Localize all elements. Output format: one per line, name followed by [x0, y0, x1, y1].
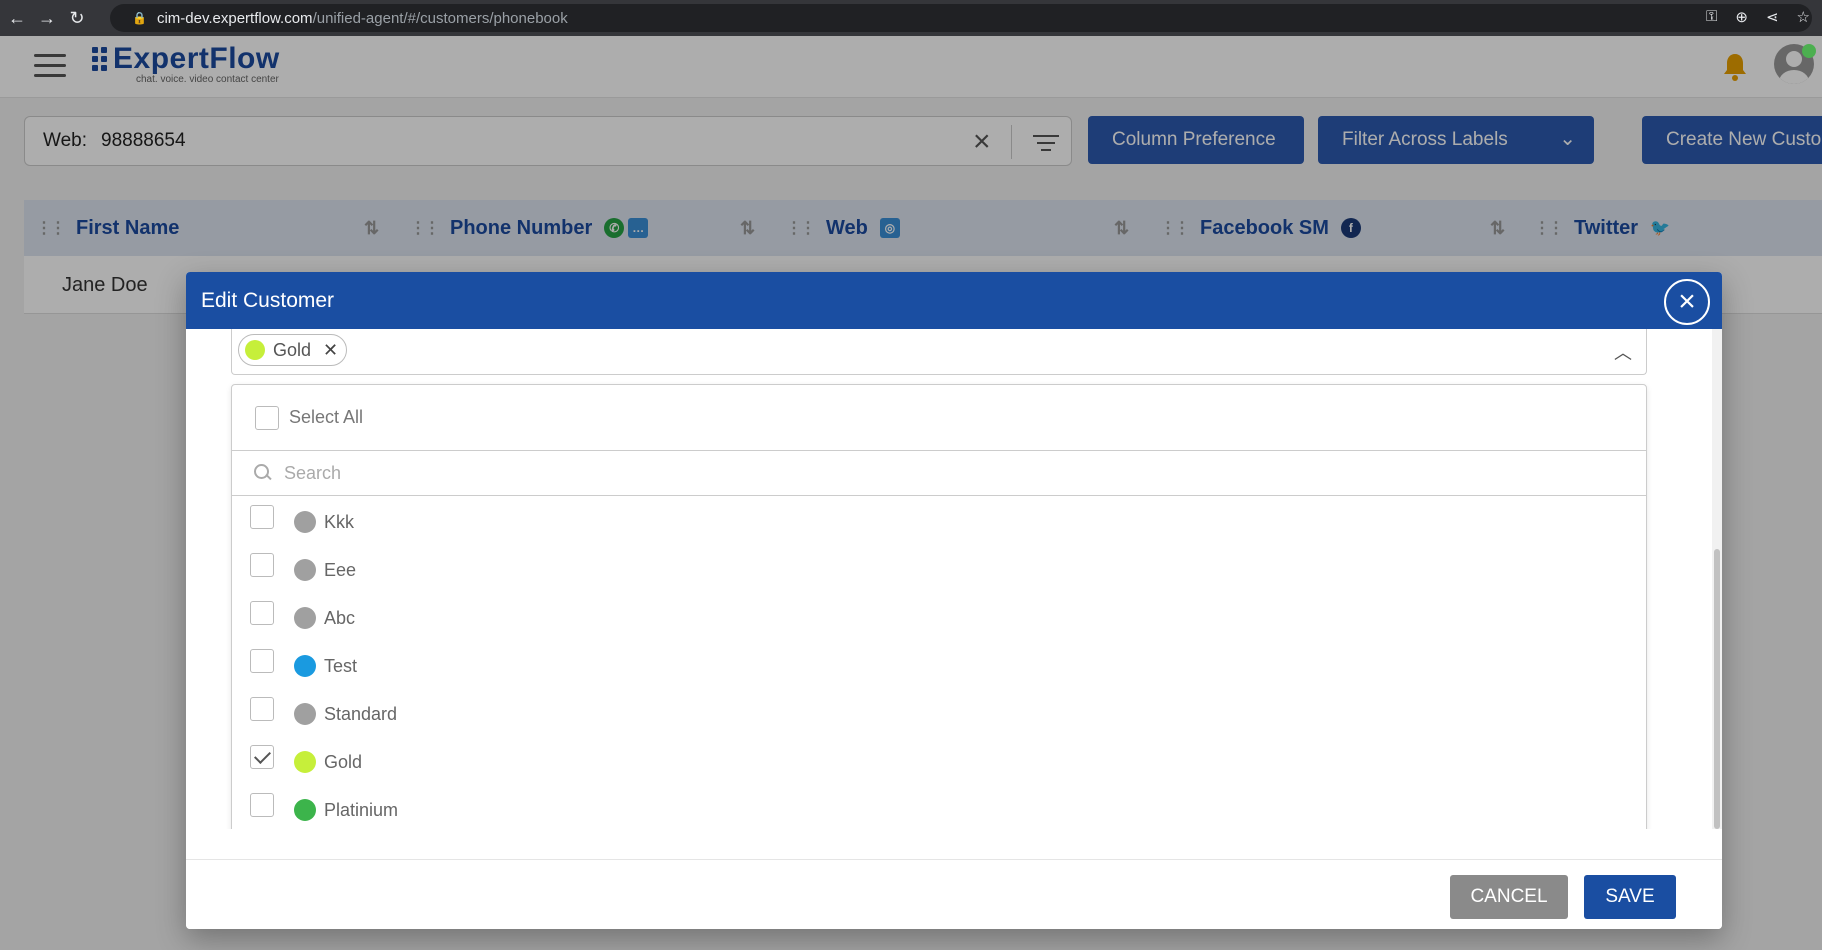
label-color-dot	[294, 607, 316, 629]
label-option[interactable]: Test	[232, 642, 1646, 690]
online-status-dot	[1802, 44, 1816, 58]
label-color-dot	[294, 655, 316, 677]
label-color-dot	[294, 799, 316, 821]
option-label: Standard	[324, 703, 398, 724]
edit-customer-dialog: Edit Customer × Gold ✕ ︿ Select All Kkk E…	[186, 272, 1722, 929]
key-icon[interactable]: ⚿	[1706, 8, 1717, 26]
star-icon[interactable]: ☆	[1797, 8, 1810, 26]
url-path: /unified-agent/#/customers/phonebook	[312, 9, 568, 27]
option-checkbox[interactable]	[250, 649, 274, 673]
option-label: Abc	[324, 607, 356, 628]
option-checkbox[interactable]	[250, 601, 274, 625]
option-label: Eee	[324, 559, 357, 580]
dropdown-search	[232, 451, 1646, 496]
chevron-up-icon[interactable]: ︿	[1614, 339, 1632, 365]
option-label: Gold	[324, 751, 363, 772]
close-icon[interactable]: ×	[1664, 279, 1710, 325]
dropdown-search-input[interactable]	[284, 462, 884, 484]
browser-toolbar: ← → ↻ 🔒 cim-dev.expertflow.com/unified-a…	[0, 0, 1822, 36]
reload-icon[interactable]: ↻	[62, 8, 92, 29]
dialog-header: Edit Customer ×	[186, 272, 1722, 329]
option-label: Kkk	[324, 511, 355, 532]
cancel-button[interactable]: CANCEL	[1450, 875, 1568, 919]
option-label: Platinium	[324, 799, 399, 820]
option-checkbox[interactable]	[250, 553, 274, 577]
option-checkbox[interactable]	[250, 793, 274, 817]
selected-label-chip: Gold ✕	[238, 334, 348, 366]
option-checkbox[interactable]	[250, 505, 274, 529]
back-arrow-icon[interactable]: ←	[2, 8, 32, 29]
dialog-footer: CANCEL SAVE	[186, 859, 1722, 929]
label-option[interactable]: Gold	[232, 738, 1646, 786]
label-color-dot	[294, 559, 316, 581]
share-icon[interactable]: ⋖	[1766, 8, 1779, 26]
option-checkbox[interactable]	[250, 697, 274, 721]
labels-select-field[interactable]: Gold ✕ ︿	[231, 329, 1647, 375]
label-option[interactable]: Eee	[232, 546, 1646, 594]
chip-label: Gold	[273, 339, 312, 360]
search-icon	[254, 464, 272, 482]
dialog-title: Edit Customer	[201, 288, 335, 312]
select-all-checkbox[interactable]	[255, 405, 279, 430]
dialog-body: Gold ✕ ︿ Select All Kkk Eee Abc Test Standar…	[186, 329, 1722, 829]
remove-chip-icon[interactable]: ✕	[323, 340, 338, 361]
label-option[interactable]: Abc	[232, 594, 1646, 642]
dialog-scrollbar[interactable]	[1712, 329, 1722, 829]
options-list: KkkEeeAbcTestStandardGoldPlatiniumPremiu…	[232, 498, 1646, 829]
scrollbar-thumb[interactable]	[1714, 549, 1720, 829]
browser-tools: ⚿ ⊕ ⋖ ☆	[1706, 8, 1810, 26]
label-color-dot	[245, 340, 265, 360]
option-checkbox[interactable]	[250, 745, 274, 769]
select-all-label: Select All	[289, 407, 364, 427]
url-host: cim-dev.expertflow.com	[156, 9, 313, 27]
lock-icon: 🔒	[132, 11, 147, 25]
address-bar[interactable]: 🔒 cim-dev.expertflow.com/unified-agent/#…	[110, 4, 1812, 32]
select-all-row[interactable]: Select All	[232, 385, 1646, 451]
label-color-dot	[294, 703, 316, 725]
save-button[interactable]: SAVE	[1584, 875, 1676, 919]
label-color-dot	[294, 511, 316, 533]
label-option[interactable]: Standard	[232, 690, 1646, 738]
forward-arrow-icon[interactable]: →	[32, 8, 62, 29]
label-option[interactable]: Platinium	[232, 786, 1646, 829]
label-option[interactable]: Kkk	[232, 498, 1646, 546]
zoom-icon[interactable]: ⊕	[1735, 8, 1748, 26]
label-color-dot	[294, 751, 316, 773]
option-label: Test	[324, 655, 358, 676]
labels-dropdown-panel: Select All Kkk Eee Abc Test Standard Gold Plat…	[231, 384, 1647, 829]
